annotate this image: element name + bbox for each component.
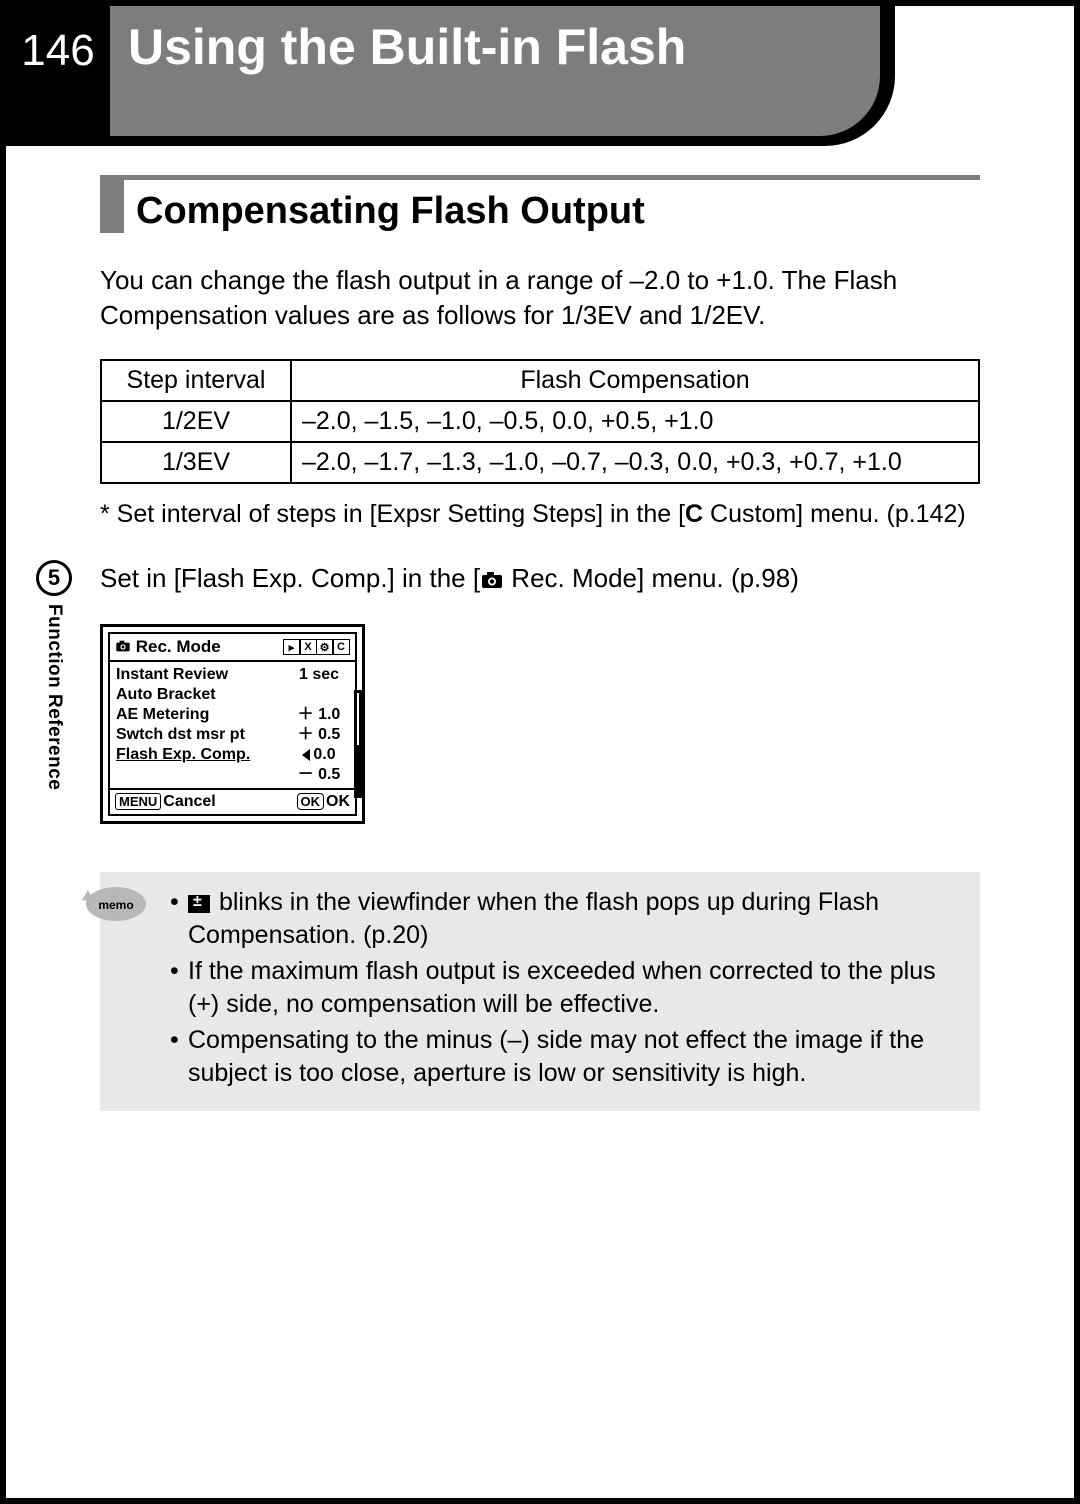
custom-c-icon: C [685,500,703,528]
lcd-screen: Rec. Mode ▸ X ⚙ C Instant Review1 sec Au… [100,624,365,825]
memo-item: If the maximum flash output is exceeded … [170,955,958,1020]
camera-icon [115,637,131,657]
left-arrow-icon [302,749,310,761]
page-number: 146 [6,6,110,136]
svg-text:memo: memo [98,898,133,912]
section-title: Compensating Flash Output [136,184,645,233]
section-heading: Compensating Flash Output [100,175,980,233]
memo-icon: memo [80,878,148,924]
lcd-tab-icon: C [332,639,350,655]
compensation-table: Step interval Flash Compensation 1/2EV –… [100,359,980,484]
lcd-tab-icon: X [299,639,317,655]
camera-icon [480,565,504,596]
footnote: * Set interval of steps in [Expsr Settin… [100,500,980,529]
memo-block: memo blinks in the viewfinder when the f… [100,872,980,1111]
table-header: Step interval [101,360,291,401]
intro-paragraph: You can change the flash output in a ran… [100,263,980,333]
lcd-tab-icon: ▸ [283,639,301,655]
page-title: Using the Built-in Flash [128,18,686,76]
lcd-tab-icon: ⚙ [316,639,334,655]
table-header: Flash Compensation [291,360,979,401]
exposure-comp-icon [188,895,210,913]
ok-button-icon: OK [297,793,325,810]
set-instruction: Set in [Flash Exp. Comp.] in the [ Rec. … [100,563,980,596]
chapter-label: Function Reference [43,604,65,790]
table-row: 1/2EV –2.0, –1.5, –1.0, –0.5, 0.0, +0.5,… [101,401,979,442]
memo-item: blinks in the viewfinder when the flash … [170,886,958,951]
menu-button-icon: MENU [115,793,161,810]
lcd-tabs: ▸ X ⚙ C [284,639,350,655]
chapter-number: 5 [36,560,72,596]
lcd-selected-row: Flash Exp. Comp.0.0 [116,745,349,765]
side-tab: 5 Function Reference [36,560,72,790]
lcd-title: Rec. Mode [136,637,221,656]
table-row: 1/3EV –2.0, –1.7, –1.3, –1.0, –0.7, –0.3… [101,442,979,483]
memo-item: Compensating to the minus (–) side may n… [170,1024,958,1089]
lcd-scrollbar [354,690,362,798]
